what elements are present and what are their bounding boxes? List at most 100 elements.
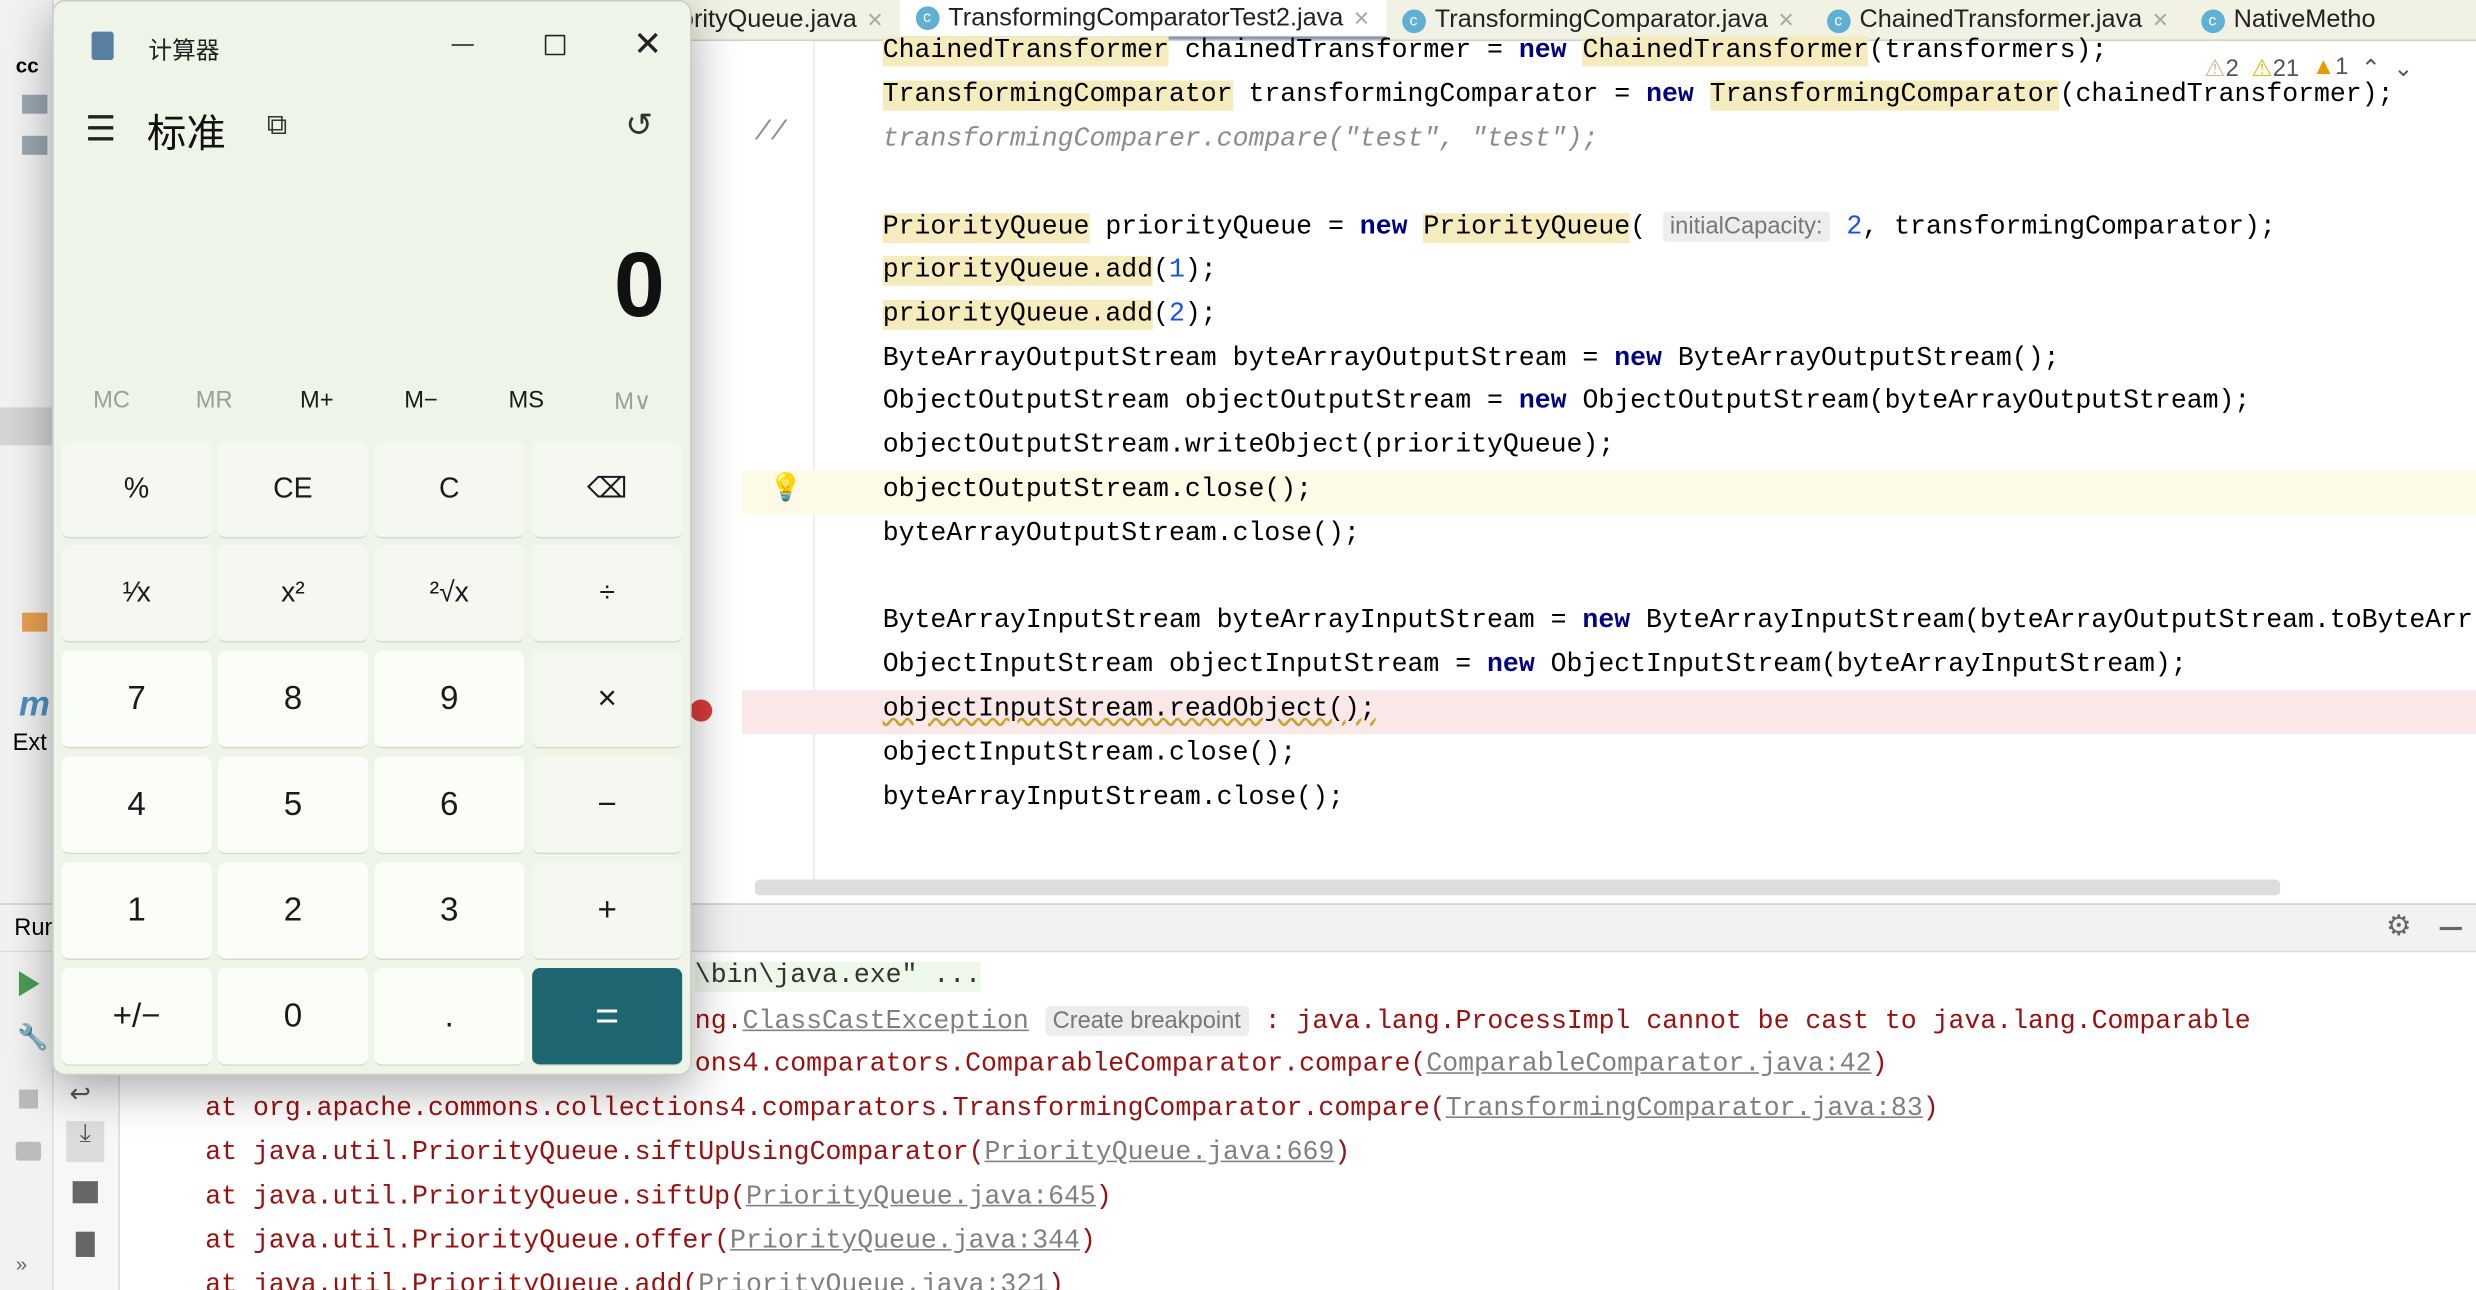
code-line[interactable]: [742, 162, 2476, 206]
stack-trace-link[interactable]: PriorityQueue.java:669: [984, 1139, 1334, 1169]
calc-button[interactable]: C: [374, 440, 525, 539]
calc-button[interactable]: +: [532, 862, 683, 961]
gear-icon[interactable]: ⚙: [2386, 910, 2411, 943]
calc-button[interactable]: 5: [217, 756, 368, 855]
code-line[interactable]: priorityQueue.add(2);: [742, 293, 2476, 337]
scroll-to-end-icon[interactable]: ⤓: [66, 1121, 105, 1163]
weak-warning-count[interactable]: ⚠2: [2204, 54, 2238, 82]
warning-count[interactable]: ⚠21: [2251, 54, 2299, 82]
memory-button-0[interactable]: MC: [93, 387, 130, 414]
parameter-hint: initialCapacity:: [1662, 211, 1831, 242]
code-line[interactable]: ByteArrayOutputStream byteArrayOutputStr…: [742, 337, 2476, 381]
code-token: 2: [1846, 213, 1863, 244]
calc-button[interactable]: 8: [217, 650, 368, 749]
close-button[interactable]: ✕: [633, 24, 662, 65]
stack-trace-link[interactable]: PriorityQueue.java:645: [746, 1183, 1096, 1213]
camera-icon[interactable]: [15, 1141, 42, 1161]
calc-button[interactable]: x²: [217, 544, 368, 643]
breakpoint-icon[interactable]: [690, 699, 713, 722]
calc-button[interactable]: 7: [61, 650, 212, 749]
code-token: , transformingComparator);: [1862, 213, 2276, 244]
trash-icon[interactable]: [75, 1231, 95, 1257]
horizontal-scrollbar[interactable]: [754, 879, 2281, 896]
history-icon[interactable]: ↺: [625, 106, 653, 145]
code-line[interactable]: objectOutputStream.close();: [742, 469, 2476, 513]
code-line[interactable]: transformingComparer.compare("test", "te…: [742, 118, 2476, 162]
code-line[interactable]: ByteArrayInputStream byteArrayInputStrea…: [742, 601, 2476, 645]
previous-highlight-icon[interactable]: ⌃: [2361, 54, 2381, 82]
code-line[interactable]: byteArrayOutputStream.close();: [742, 513, 2476, 557]
console-text: \bin\java.exe" ...: [694, 961, 982, 992]
keep-on-top-icon[interactable]: ⧉: [267, 109, 287, 142]
tab-close-icon[interactable]: ✕: [1353, 6, 1370, 31]
calc-button[interactable]: 9: [374, 650, 525, 749]
calc-button[interactable]: ²√x: [374, 544, 525, 643]
calc-button[interactable]: 6: [374, 756, 525, 855]
calc-button[interactable]: 2: [217, 862, 368, 961]
print-icon[interactable]: [72, 1181, 98, 1204]
code-token: objectInputStream.close();: [882, 738, 1297, 769]
code-token: );: [1184, 299, 1217, 330]
calc-button[interactable]: CE: [217, 440, 368, 539]
folder-icon[interactable]: [22, 135, 48, 155]
stack-trace-link[interactable]: ComparableComparator.java:42: [1426, 1050, 1871, 1080]
rerun-icon[interactable]: [18, 971, 40, 997]
code-line[interactable]: byteArrayInputStream.close();: [742, 776, 2476, 820]
stack-trace-link[interactable]: ClassCastException: [743, 1007, 1029, 1037]
display-value: 0: [613, 233, 665, 337]
create-breakpoint-hint[interactable]: Create breakpoint: [1044, 1005, 1249, 1036]
console-text: at org.apache.commons.collections4.compa…: [205, 1094, 1446, 1125]
calc-button[interactable]: ¹⁄x: [61, 544, 212, 643]
code-line[interactable]: [742, 557, 2476, 601]
minimize-button[interactable]: [451, 44, 474, 46]
calc-button[interactable]: 4: [61, 756, 212, 855]
maximize-button[interactable]: [544, 34, 566, 56]
run-toolbar: 🔧 »: [0, 952, 54, 1290]
stack-trace-link[interactable]: TransformingComparator.java:83: [1446, 1094, 1923, 1124]
code-line[interactable]: priorityQueue.add(1);: [742, 249, 2476, 293]
folder-icon[interactable]: [22, 94, 48, 114]
code-token: (chainedTransformer);: [2059, 80, 2394, 111]
code-line[interactable]: ObjectOutputStream objectOutputStream = …: [742, 381, 2476, 425]
stack-trace-link[interactable]: PriorityQueue.java:321: [698, 1271, 1048, 1290]
info-count[interactable]: ▲1: [2312, 54, 2349, 82]
folder-icon[interactable]: [22, 612, 48, 632]
more-icon[interactable]: »: [16, 1252, 27, 1276]
memory-button-3[interactable]: M−: [404, 387, 438, 414]
minimize-icon[interactable]: [2439, 926, 2462, 931]
menu-icon[interactable]: ☰: [85, 109, 116, 150]
calc-button[interactable]: 0: [217, 967, 368, 1066]
code-line[interactable]: objectInputStream.readObject();: [742, 688, 2476, 732]
calc-button[interactable]: ×: [532, 650, 683, 749]
calc-button[interactable]: −: [532, 756, 683, 855]
soft-wrap-icon[interactable]: ↩: [69, 1079, 90, 1111]
code-line[interactable]: ObjectInputStream objectInputStream = ne…: [742, 645, 2476, 689]
code-line[interactable]: objectOutputStream.writeObject(priorityQ…: [742, 425, 2476, 469]
maven-icon[interactable]: m: [19, 684, 50, 725]
calc-button[interactable]: ÷: [532, 544, 683, 643]
calc-button[interactable]: 1: [61, 862, 212, 961]
memory-button-1[interactable]: MR: [196, 387, 233, 414]
inspection-widget[interactable]: ⚠2 ⚠21 ▲1 ⌃ ⌄: [2204, 54, 2413, 82]
calculator-window: 计算器 ✕ ☰ 标准 ⧉ ↺ 0 MC MR M+ M− MS M∨ % CE C ⌫ ¹⁄x x²…: [52, 0, 692, 1076]
code-line[interactable]: PriorityQueue priorityQueue = new Priori…: [742, 206, 2476, 250]
next-highlight-icon[interactable]: ⌄: [2393, 54, 2413, 82]
memory-button-5[interactable]: M∨: [614, 387, 651, 415]
code-token: new: [1646, 80, 1694, 111]
calc-button[interactable]: ⌫: [532, 440, 683, 539]
stack-trace-link[interactable]: PriorityQueue.java:344: [730, 1227, 1080, 1257]
code-token: priorityQueue =: [1089, 213, 1360, 244]
calc-button[interactable]: 3: [374, 862, 525, 961]
calc-button[interactable]: =: [532, 967, 683, 1066]
wrench-icon[interactable]: 🔧: [17, 1022, 48, 1054]
code-line[interactable]: objectInputStream.close();: [742, 732, 2476, 776]
code-token: 1: [1168, 255, 1185, 286]
calc-button[interactable]: +/−: [61, 967, 212, 1066]
memory-button-2[interactable]: M+: [300, 387, 334, 414]
stop-icon[interactable]: [18, 1089, 38, 1109]
calc-button[interactable]: .: [374, 967, 525, 1066]
console-line: at java.util.PriorityQueue.siftUpUsingCo…: [205, 1132, 1350, 1176]
calc-button[interactable]: %: [61, 440, 212, 539]
memory-button-4[interactable]: MS: [508, 387, 544, 414]
